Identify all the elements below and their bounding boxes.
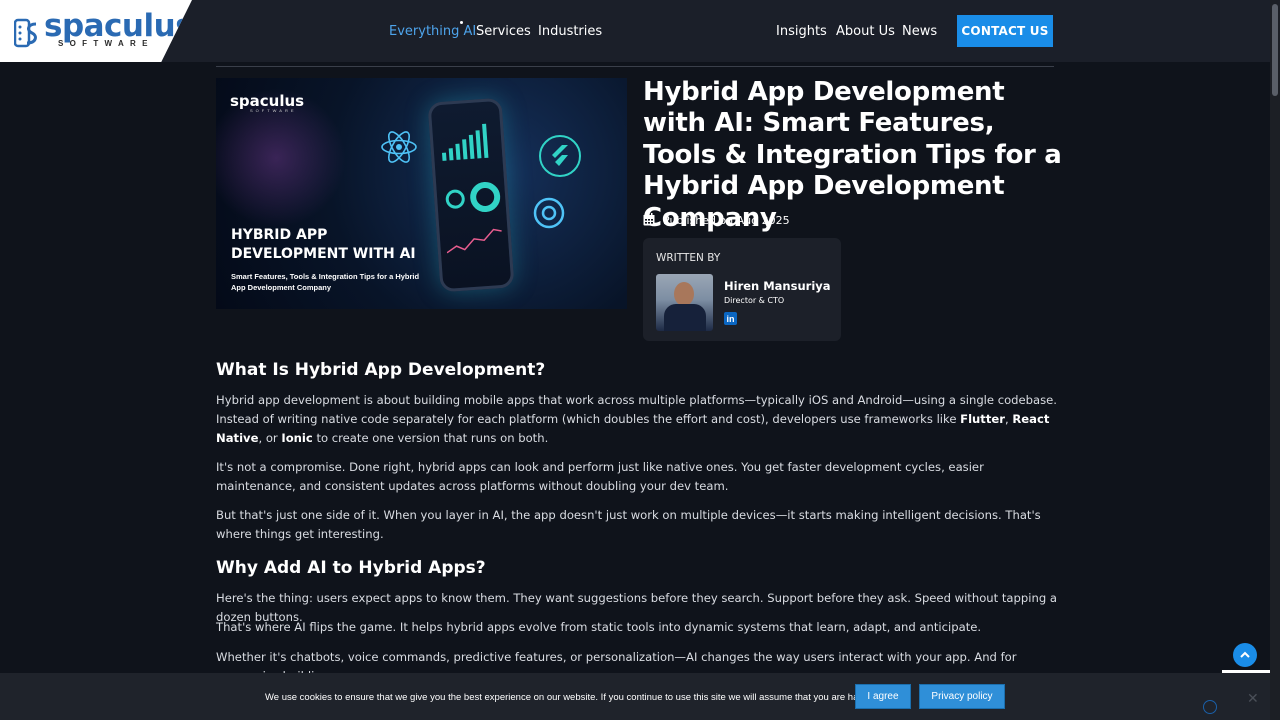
site-header: spaculus SOFTWARE Everything AI Services…	[0, 0, 1270, 62]
cookie-agree-button[interactable]: I agree	[855, 684, 911, 709]
paragraph-5: That's where AI flips the game. It helps…	[216, 620, 982, 634]
hero-subtitle: Smart Features, Tools & Integration Tips…	[231, 272, 420, 292]
link-flutter: Flutter	[960, 412, 1005, 426]
calendar-icon	[643, 213, 655, 226]
nav-industries[interactable]: Industries	[538, 24, 602, 39]
paragraph-3: But that's just one side of it. When you…	[216, 508, 1041, 541]
logo-mark-icon	[14, 18, 37, 48]
section-heading-why-add-ai: Why Add AI to Hybrid Apps?	[216, 558, 486, 578]
logo-subtext: SOFTWARE	[58, 39, 154, 48]
hero-image: spaculus SOFTWARE HYBRID APP DEVELOPMENT…	[216, 78, 627, 309]
avatar-body	[664, 304, 706, 331]
donut-chart-icon	[445, 182, 501, 213]
article-title: Hybrid App Development with AI: Smart Fe…	[643, 77, 1062, 233]
author-role: Director & CTO	[724, 296, 785, 305]
nav-insights[interactable]: Insights	[776, 24, 827, 39]
ionic-icon	[533, 197, 565, 229]
header-divider	[216, 66, 1054, 67]
cookie-message: We use cookies to ensure that we give yo…	[265, 692, 904, 703]
author-card: WRITTEN BY Hiren Mansuriya Director & CT…	[643, 238, 841, 341]
scrollbar-thumb[interactable]	[1272, 4, 1278, 96]
cookie-consent-bar: We use cookies to ensure that we give yo…	[0, 673, 1270, 720]
close-icon[interactable]: ✕	[1247, 690, 1259, 707]
scroll-to-top-button[interactable]	[1233, 643, 1257, 667]
phone-mockup	[427, 97, 515, 293]
react-icon	[381, 131, 417, 163]
avatar-head	[674, 282, 694, 306]
chevron-up-icon	[1240, 651, 1250, 658]
link-ionic: Ionic	[281, 431, 313, 445]
nav-new-dot	[460, 21, 463, 24]
nav-services[interactable]: Services	[476, 24, 531, 39]
flutter-icon	[539, 135, 581, 177]
nav-everything-ai[interactable]: Everything AI	[389, 24, 476, 39]
written-by-label: WRITTEN BY	[656, 252, 721, 264]
linkedin-icon[interactable]: in	[724, 312, 737, 325]
bar-chart-icon	[441, 123, 489, 161]
author-name[interactable]: Hiren Mansuriya	[724, 279, 831, 293]
hero-title: HYBRID APP DEVELOPMENT WITH AI	[231, 227, 416, 262]
site-logo[interactable]: spaculus SOFTWARE	[0, 0, 192, 62]
nav-news[interactable]: News	[902, 24, 937, 39]
paragraph-1: Hybrid app development is about building…	[216, 393, 1057, 445]
published-date: Published on Aug 2025	[663, 214, 790, 227]
logo-text: spaculus	[44, 8, 194, 44]
contact-us-button[interactable]: CONTACT US	[957, 15, 1053, 47]
line-chart-icon	[446, 228, 502, 254]
nav-about-us[interactable]: About Us	[836, 24, 895, 39]
section-heading-what-is: What Is Hybrid App Development?	[216, 360, 546, 380]
author-avatar	[656, 274, 713, 331]
hero-logo-sub: SOFTWARE	[250, 108, 297, 113]
paragraph-2: It's not a compromise. Done right, hybri…	[216, 460, 984, 493]
page-scrollbar[interactable]	[1270, 0, 1280, 720]
cookie-settings-icon[interactable]	[1203, 700, 1217, 714]
privacy-policy-button[interactable]: Privacy policy	[919, 684, 1005, 709]
